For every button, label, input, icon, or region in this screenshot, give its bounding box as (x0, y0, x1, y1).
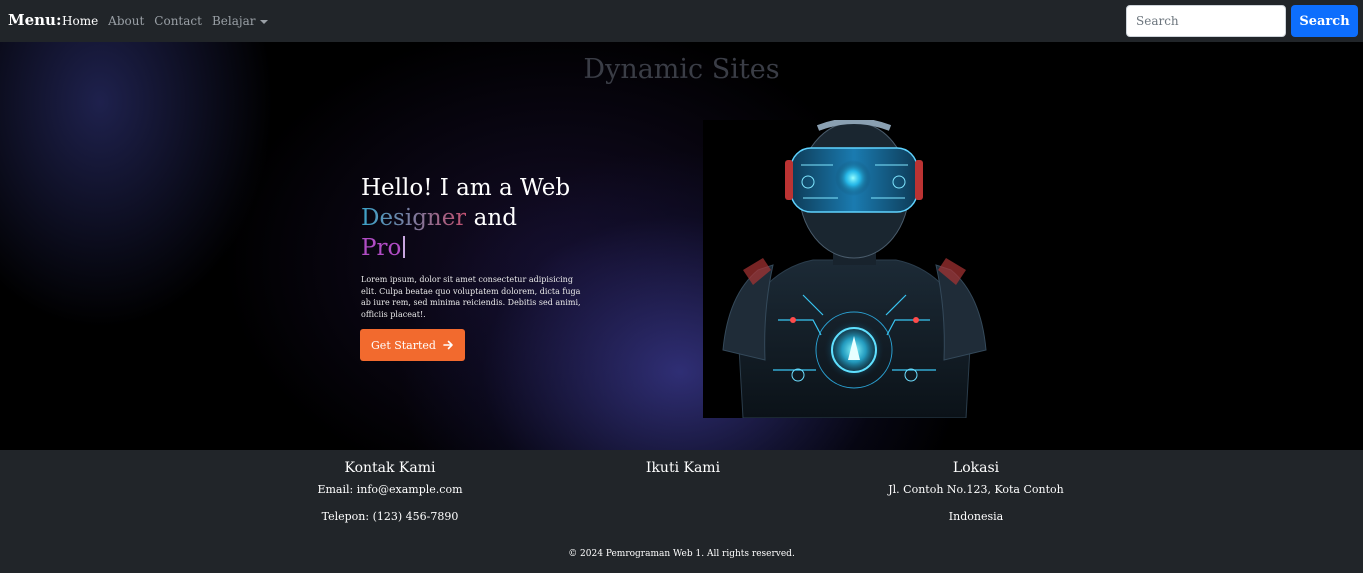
get-started-button[interactable]: Get Started (360, 329, 465, 361)
footer-contact-email: Email: info@example.com (317, 483, 463, 496)
nav-dropdown-belajar[interactable]: Belajar (212, 14, 269, 28)
hero-vr-illustration (703, 120, 1006, 418)
headline-line-1: Hello! I am a Web (361, 175, 571, 201)
hero-headline: Hello! I am a Web Designer and Pro (361, 173, 570, 263)
footer-contact-title: Kontak Kami (344, 460, 436, 476)
footer-follow-title: Ikuti Kami (645, 460, 721, 476)
footer-contact-phone: Telepon: (123) 456-7890 (321, 510, 459, 523)
nav-links: Home About Contact Belajar (62, 14, 269, 28)
footer-location-column: Lokasi Jl. Contoh No.123, Kota Contoh In… (846, 460, 1106, 537)
headline-typed-word: Pro (361, 235, 402, 261)
headline-word-designer: Designer (361, 205, 467, 231)
nav-link-home[interactable]: Home (62, 14, 98, 28)
footer-follow-column: Ikuti Kami (553, 460, 813, 483)
footer: Kontak Kami Email: info@example.com Tele… (0, 450, 1363, 573)
site-title: Dynamic Sites (583, 54, 780, 85)
navbar-brand: Menu: (8, 11, 62, 29)
footer-contact-column: Kontak Kami Email: info@example.com Tele… (260, 460, 520, 537)
nav-link-about[interactable]: About (108, 14, 144, 28)
hero-section: Dynamic Sites Hello! I am a Web Designer… (0, 42, 1363, 450)
nav-dropdown-label: Belajar (211, 14, 256, 28)
footer-location-title: Lokasi (952, 460, 1000, 476)
typing-cursor (403, 236, 406, 258)
nav-link-contact[interactable]: Contact (154, 14, 202, 28)
search-button[interactable]: Search (1291, 5, 1358, 37)
caret-down-icon (260, 19, 269, 24)
footer-copyright: © 2024 Pemrograman Web 1. All rights res… (568, 549, 795, 559)
footer-location-address: Jl. Contoh No.123, Kota Contoh (888, 483, 1064, 496)
arrow-right-icon (443, 340, 453, 350)
footer-location-country: Indonesia (948, 510, 1004, 523)
headline-word-and: and (466, 205, 517, 231)
hero-description: Lorem ipsum, dolor sit amet consectetur … (361, 275, 581, 319)
get-started-label: Get Started (371, 338, 436, 352)
search-input[interactable] (1126, 5, 1286, 37)
navbar: Menu: Home About Contact Belajar Search (0, 0, 1363, 42)
